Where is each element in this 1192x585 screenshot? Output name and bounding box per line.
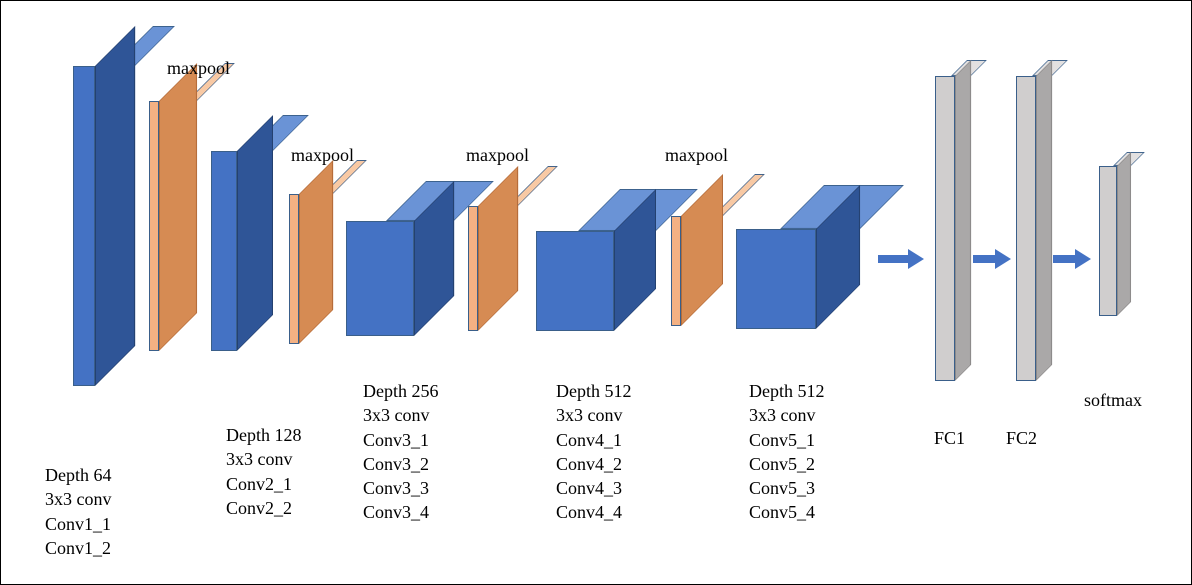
- arrow-to-softmax: [1053, 249, 1091, 269]
- maxpool3-label: maxpool: [466, 143, 529, 167]
- arrow-to-fc1: [878, 249, 924, 269]
- block1-label: Depth 64 3x3 conv Conv1_1 Conv1_2: [45, 463, 112, 560]
- maxpool2-label: maxpool: [291, 143, 354, 167]
- maxpool1-label: maxpool: [167, 56, 230, 80]
- arrow-to-fc2: [973, 249, 1011, 269]
- diagram-canvas: maxpool maxpool maxpool maxpool Depth 64…: [0, 0, 1192, 585]
- block4-label: Depth 512 3x3 conv Conv4_1 Conv4_2 Conv4…: [556, 379, 632, 525]
- maxpool4-label: maxpool: [665, 143, 728, 167]
- block2-label: Depth 128 3x3 conv Conv2_1 Conv2_2: [226, 423, 302, 520]
- fc1-label: FC1: [934, 426, 965, 450]
- fc2-label: FC2: [1006, 426, 1037, 450]
- block3-label: Depth 256 3x3 conv Conv3_1 Conv3_2 Conv3…: [363, 379, 439, 525]
- block5-label: Depth 512 3x3 conv Conv5_1 Conv5_2 Conv5…: [749, 379, 825, 525]
- softmax-label: softmax: [1084, 388, 1142, 412]
